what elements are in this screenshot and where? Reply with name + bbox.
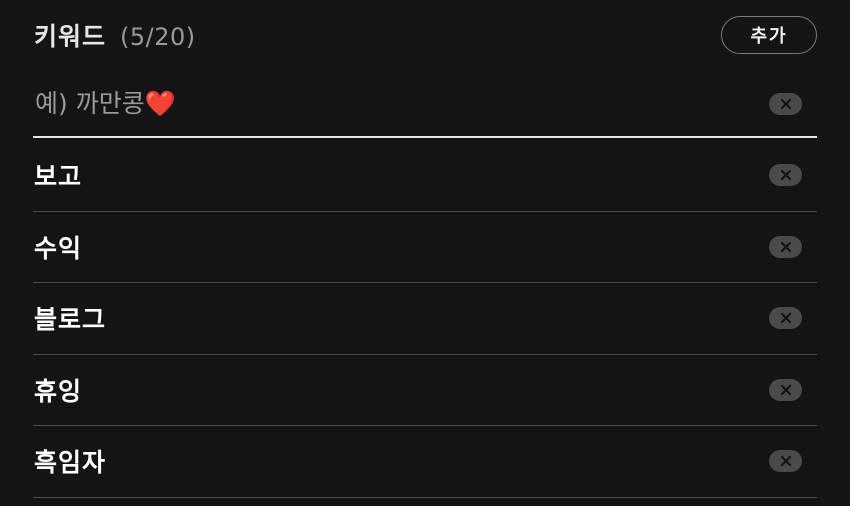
- keyword-count: (5/20): [120, 23, 196, 51]
- close-icon: [780, 241, 791, 252]
- keyword-label: 휴잉: [34, 376, 83, 406]
- list-item: 수익: [33, 212, 817, 283]
- keyword-label: 수익: [34, 233, 83, 263]
- keyword-list: 보고 수익 블로그 휴잉 흑임자: [33, 140, 817, 498]
- list-item: 보고: [33, 140, 817, 212]
- close-icon: [780, 98, 791, 110]
- remove-keyword-button[interactable]: [769, 235, 802, 258]
- remove-keyword-button[interactable]: [769, 378, 802, 401]
- keyword-input[interactable]: [33, 88, 715, 118]
- page-title: 키워드: [34, 22, 107, 51]
- keyword-header: 키워드 (5/20) 추가: [34, 14, 817, 56]
- keyword-label: 보고: [34, 162, 83, 192]
- close-icon: [780, 456, 791, 467]
- keyword-input-row: [33, 72, 817, 138]
- list-item: 휴잉: [33, 355, 817, 426]
- remove-keyword-button[interactable]: [769, 450, 802, 473]
- close-icon: [780, 384, 791, 395]
- close-icon: [780, 170, 791, 181]
- close-icon: [780, 313, 791, 324]
- title-group: 키워드 (5/20): [34, 17, 196, 53]
- list-item: 흑임자: [33, 426, 817, 498]
- clear-input-button[interactable]: [769, 93, 802, 115]
- keyword-label: 블로그: [34, 305, 107, 335]
- list-item: 블로그: [33, 283, 817, 355]
- remove-keyword-button[interactable]: [769, 307, 802, 330]
- keyword-label: 흑임자: [34, 448, 107, 478]
- keyword-panel: 키워드 (5/20) 추가 보고 수익: [0, 0, 850, 506]
- remove-keyword-button[interactable]: [769, 164, 802, 187]
- add-keyword-button[interactable]: 추가: [721, 16, 817, 54]
